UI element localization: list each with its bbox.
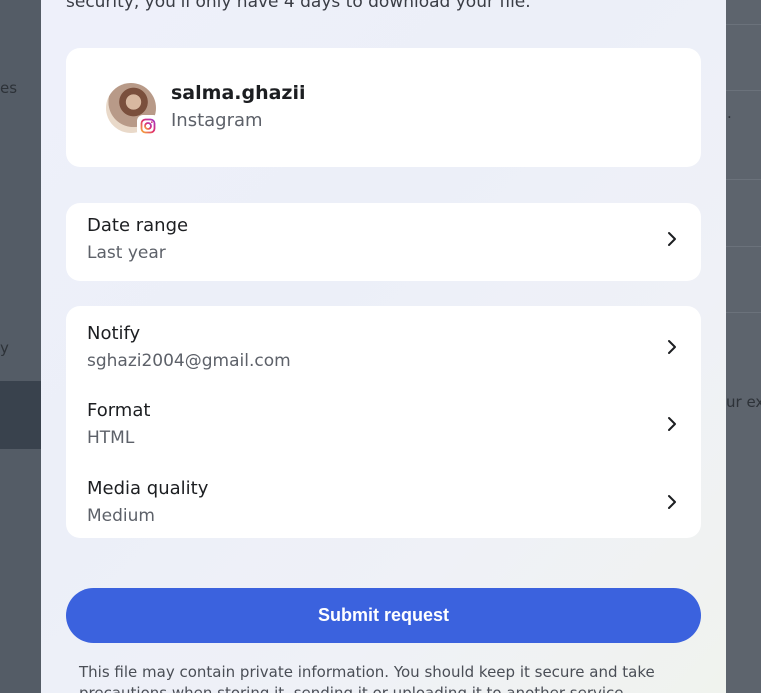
background-divider: [726, 246, 761, 247]
submit-request-button[interactable]: Submit request: [66, 588, 701, 643]
chevron-right-icon: [668, 417, 676, 431]
format-label: Format: [87, 400, 151, 421]
background-text: es: [0, 79, 18, 97]
notify-value: sghazi2004@gmail.com: [87, 351, 291, 371]
account-username: salma.ghazii: [171, 82, 306, 104]
media-quality-label: Media quality: [87, 478, 209, 499]
background-selected-item: [0, 381, 41, 449]
background-divider: [726, 312, 761, 313]
background-text: ur ex: [726, 393, 761, 411]
download-notice: security, you'll only have 4 days to dow…: [66, 0, 531, 12]
background-divider: [726, 179, 761, 180]
background-divider: [726, 90, 761, 91]
background-divider: [726, 24, 761, 25]
date-range-row[interactable]: Date range Last year: [66, 203, 701, 277]
privacy-disclaimer: This file may contain private informatio…: [79, 663, 655, 693]
date-range-label: Date range: [87, 215, 189, 236]
notify-label: Notify: [87, 323, 141, 344]
format-value: HTML: [87, 428, 135, 448]
media-quality-row[interactable]: Media quality Medium: [66, 466, 701, 540]
notify-row[interactable]: Notify sghazi2004@gmail.com: [66, 311, 701, 385]
chevron-right-icon: [668, 340, 676, 354]
account-card: salma.ghazii Instagram: [66, 48, 701, 167]
media-quality-value: Medium: [87, 506, 155, 526]
date-range-value: Last year: [87, 243, 166, 263]
account-platform: Instagram: [171, 110, 263, 131]
background-text: .: [727, 104, 732, 122]
download-request-modal: security, you'll only have 4 days to dow…: [41, 0, 726, 693]
background-text: y: [0, 339, 9, 357]
export-options-card: Notify sghazi2004@gmail.com Format HTML …: [66, 306, 701, 538]
chevron-right-icon: [668, 495, 676, 509]
chevron-right-icon: [668, 232, 676, 246]
format-row[interactable]: Format HTML: [66, 388, 701, 462]
date-range-card: Date range Last year: [66, 203, 701, 281]
instagram-icon: [137, 115, 159, 137]
